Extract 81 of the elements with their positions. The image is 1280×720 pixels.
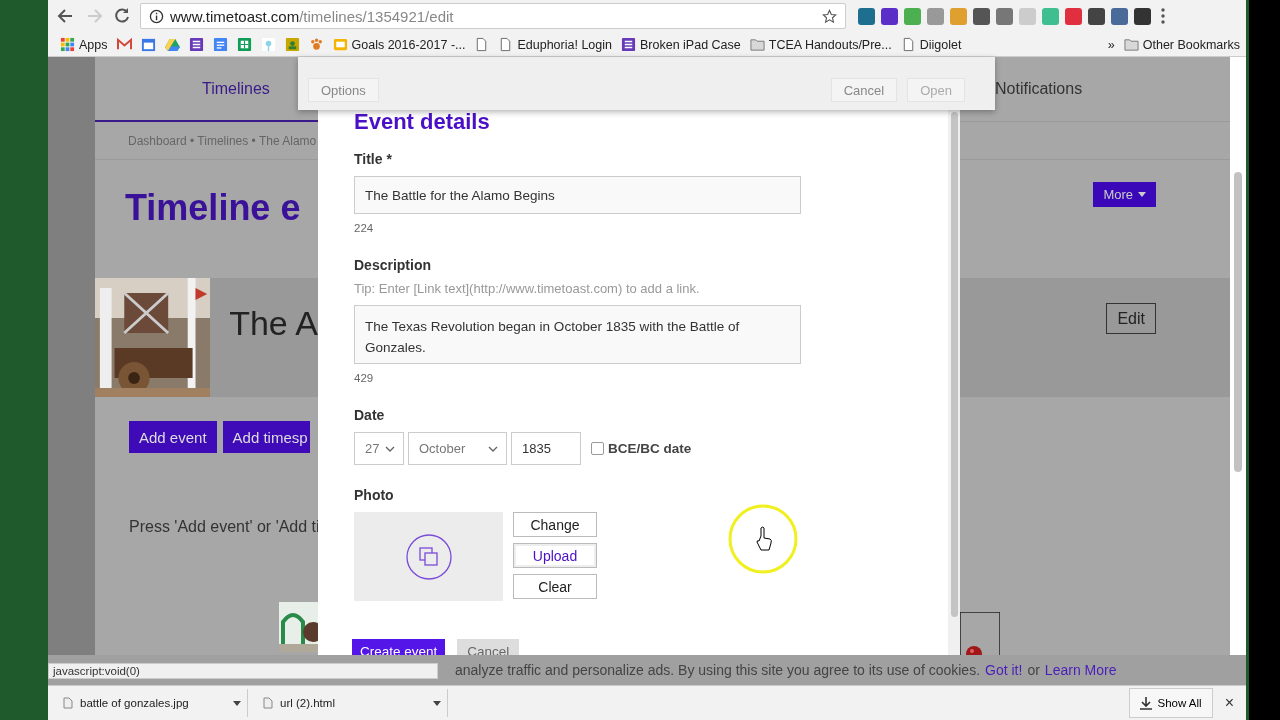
create-event-button[interactable]: Create event	[352, 639, 446, 656]
drive-icon	[164, 37, 180, 52]
nav-tab[interactable]: Notifications	[995, 80, 1083, 99]
edit-button[interactable]: Edit	[1106, 303, 1156, 335]
caret-icon	[233, 700, 241, 706]
folder-icon	[1123, 37, 1139, 52]
field-label: Title *	[354, 151, 392, 168]
caret-icon	[1138, 192, 1146, 198]
bookmark[interactable]: TCEA Handouts/Pre...	[749, 37, 892, 52]
extension-icon[interactable]	[1134, 7, 1151, 25]
extension-icon[interactable]	[1111, 7, 1128, 25]
bookmark[interactable]: Broken iPad Case	[621, 37, 741, 52]
cursor-highlight-drawing	[728, 504, 798, 575]
photo-button[interactable]: Change	[513, 512, 597, 538]
title-input[interactable]: The Battle for the Alamo Begins	[354, 176, 801, 215]
close-button[interactable]: ×	[1220, 694, 1238, 713]
dialog-title: Event details	[354, 109, 490, 136]
slides-icon	[332, 37, 348, 52]
cancel-button[interactable]: Cancel	[457, 639, 520, 656]
action-button[interactable]: Add timesp	[222, 421, 310, 454]
paw-icon	[308, 37, 324, 52]
year-input[interactable]: 1835	[511, 432, 581, 466]
star-icon[interactable]	[822, 8, 837, 24]
photo-icon	[284, 37, 300, 52]
action-button[interactable]: Add event	[129, 421, 217, 454]
character-count: 429	[354, 372, 374, 385]
list-icon	[188, 37, 204, 52]
apps-grid-icon	[60, 37, 75, 52]
more-button[interactable]: More	[1093, 182, 1156, 208]
address-bar[interactable]: www.timetoast.com/timelines/1354921/edit	[140, 3, 846, 30]
bookmark[interactable]: Other Bookmarks	[1123, 37, 1240, 52]
calendar-icon	[140, 37, 156, 52]
empty-hint: Press 'Add event' or 'Add ti	[129, 518, 318, 537]
status-bubble: javascript:void(0)	[48, 663, 438, 680]
file-icon	[262, 697, 274, 710]
field-tip: Tip: Enter [Link text](http://www.timetoast.com) to add a link.	[354, 281, 700, 297]
caret-icon	[433, 700, 441, 706]
photo-button[interactable]: Clear	[513, 574, 597, 600]
menu-icon[interactable]	[1159, 7, 1167, 26]
download-item[interactable]: battle of gonzales.jpg	[56, 689, 248, 718]
month-select[interactable]: October	[408, 432, 507, 466]
field-label: Date	[354, 407, 385, 424]
info-icon	[149, 8, 164, 24]
chevron-icon	[385, 445, 395, 452]
extension-icon[interactable]	[881, 7, 898, 25]
file-icon	[62, 697, 74, 710]
page-heading: Timeline e	[124, 186, 302, 231]
bookmark[interactable]: Goals 2016-2017 -...	[332, 37, 466, 52]
scrollbar[interactable]	[950, 112, 958, 618]
extension-icon[interactable]	[858, 7, 875, 25]
download-icon	[1139, 696, 1152, 710]
show-all-button[interactable]: Show All	[1128, 688, 1213, 719]
mail-icon	[116, 37, 132, 52]
list-icon	[621, 37, 636, 52]
field-label: Description	[354, 257, 431, 274]
document-icon	[212, 37, 228, 52]
bookmark[interactable]: Apps	[60, 37, 108, 52]
day-select[interactable]: 27	[354, 432, 404, 466]
checkbox[interactable]	[591, 442, 604, 456]
overlapping-squares-icon	[405, 533, 452, 580]
url-text: www.timetoast.com/timelines/1354921/edit	[170, 7, 455, 25]
description-textarea[interactable]: The Texas Revolution began in October 1835 with the Battle of Gonzales.	[354, 305, 801, 365]
bookmark[interactable]: Diigolet	[900, 37, 962, 52]
bookmark[interactable]: Eduphoria! Login	[498, 37, 612, 52]
extension-icon[interactable]	[1088, 7, 1105, 25]
checkbox-label: BCE/BC date	[608, 441, 692, 457]
folder-icon	[749, 37, 765, 52]
field-label: Photo	[354, 487, 394, 504]
nav-tab[interactable]: Timelines	[202, 79, 270, 98]
character-count: 224	[354, 222, 374, 235]
spreadsheet-icon	[236, 37, 252, 52]
download-item[interactable]: url (2).html	[256, 689, 448, 718]
timeline-title: The A	[229, 304, 318, 344]
learn-more-link[interactable]: Learn More	[1044, 662, 1117, 679]
scrollbar[interactable]	[1234, 172, 1242, 473]
chevron-icon	[488, 445, 498, 452]
flower-icon	[260, 37, 276, 52]
overflow-chevron[interactable]: »	[1107, 37, 1115, 52]
extension-icon[interactable]	[973, 7, 990, 25]
photo-button[interactable]: Upload	[513, 543, 597, 569]
got-it-link[interactable]: Got it!	[985, 662, 1023, 679]
